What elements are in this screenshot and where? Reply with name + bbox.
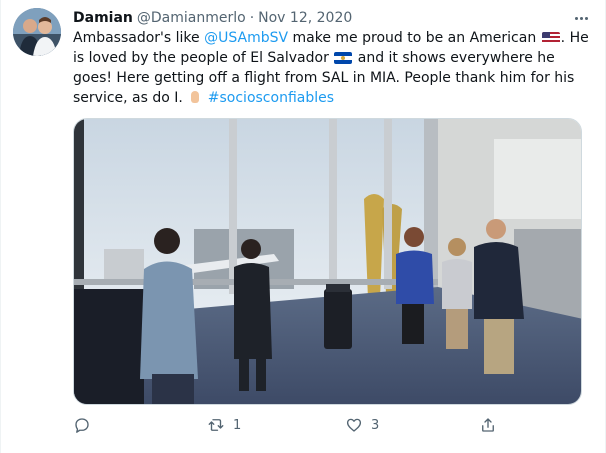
tweet-text: Ambassador's like @USAmbSV make me proud… <box>73 28 593 108</box>
airport-terminal-photo <box>74 119 581 404</box>
header-separator: · <box>249 10 255 26</box>
tweet-photo[interactable] <box>73 118 582 405</box>
author-handle[interactable]: @Damianmerlo <box>137 10 246 26</box>
tweet-actions: 1 3 <box>73 412 513 438</box>
tweet-text-part: Ambassador's like <box>73 30 205 46</box>
hashtag-link[interactable]: #sociosconfiables <box>208 90 334 106</box>
tweet-text-part: make me proud to be an American <box>288 30 541 46</box>
tweet-date[interactable]: Nov 12, 2020 <box>258 10 352 26</box>
folded-hands-emoji <box>188 90 202 104</box>
retweet-icon <box>208 419 224 431</box>
retweet-button[interactable]: 1 <box>207 412 241 438</box>
reply-icon <box>75 418 89 433</box>
author-display-name[interactable]: Damian <box>73 10 133 26</box>
reply-button[interactable] <box>73 412 99 438</box>
retweet-count: 1 <box>233 417 242 433</box>
like-button[interactable]: 3 <box>345 412 379 438</box>
tweet-header: Damian @Damianmerlo · Nov 12, 2020 <box>73 8 352 28</box>
el-salvador-flag-emoji <box>334 52 353 64</box>
more-options-icon[interactable] <box>569 8 593 28</box>
share-button[interactable] <box>479 412 497 438</box>
heart-icon <box>346 418 362 432</box>
us-flag-emoji <box>541 32 560 44</box>
avatar[interactable] <box>13 8 61 56</box>
share-icon <box>482 418 494 432</box>
avatar-photo <box>13 8 61 56</box>
mention-link[interactable]: @USAmbSV <box>204 30 288 46</box>
like-count: 3 <box>371 417 380 433</box>
tweet-card[interactable]: Damian @Damianmerlo · Nov 12, 2020 Ambas… <box>0 0 606 453</box>
